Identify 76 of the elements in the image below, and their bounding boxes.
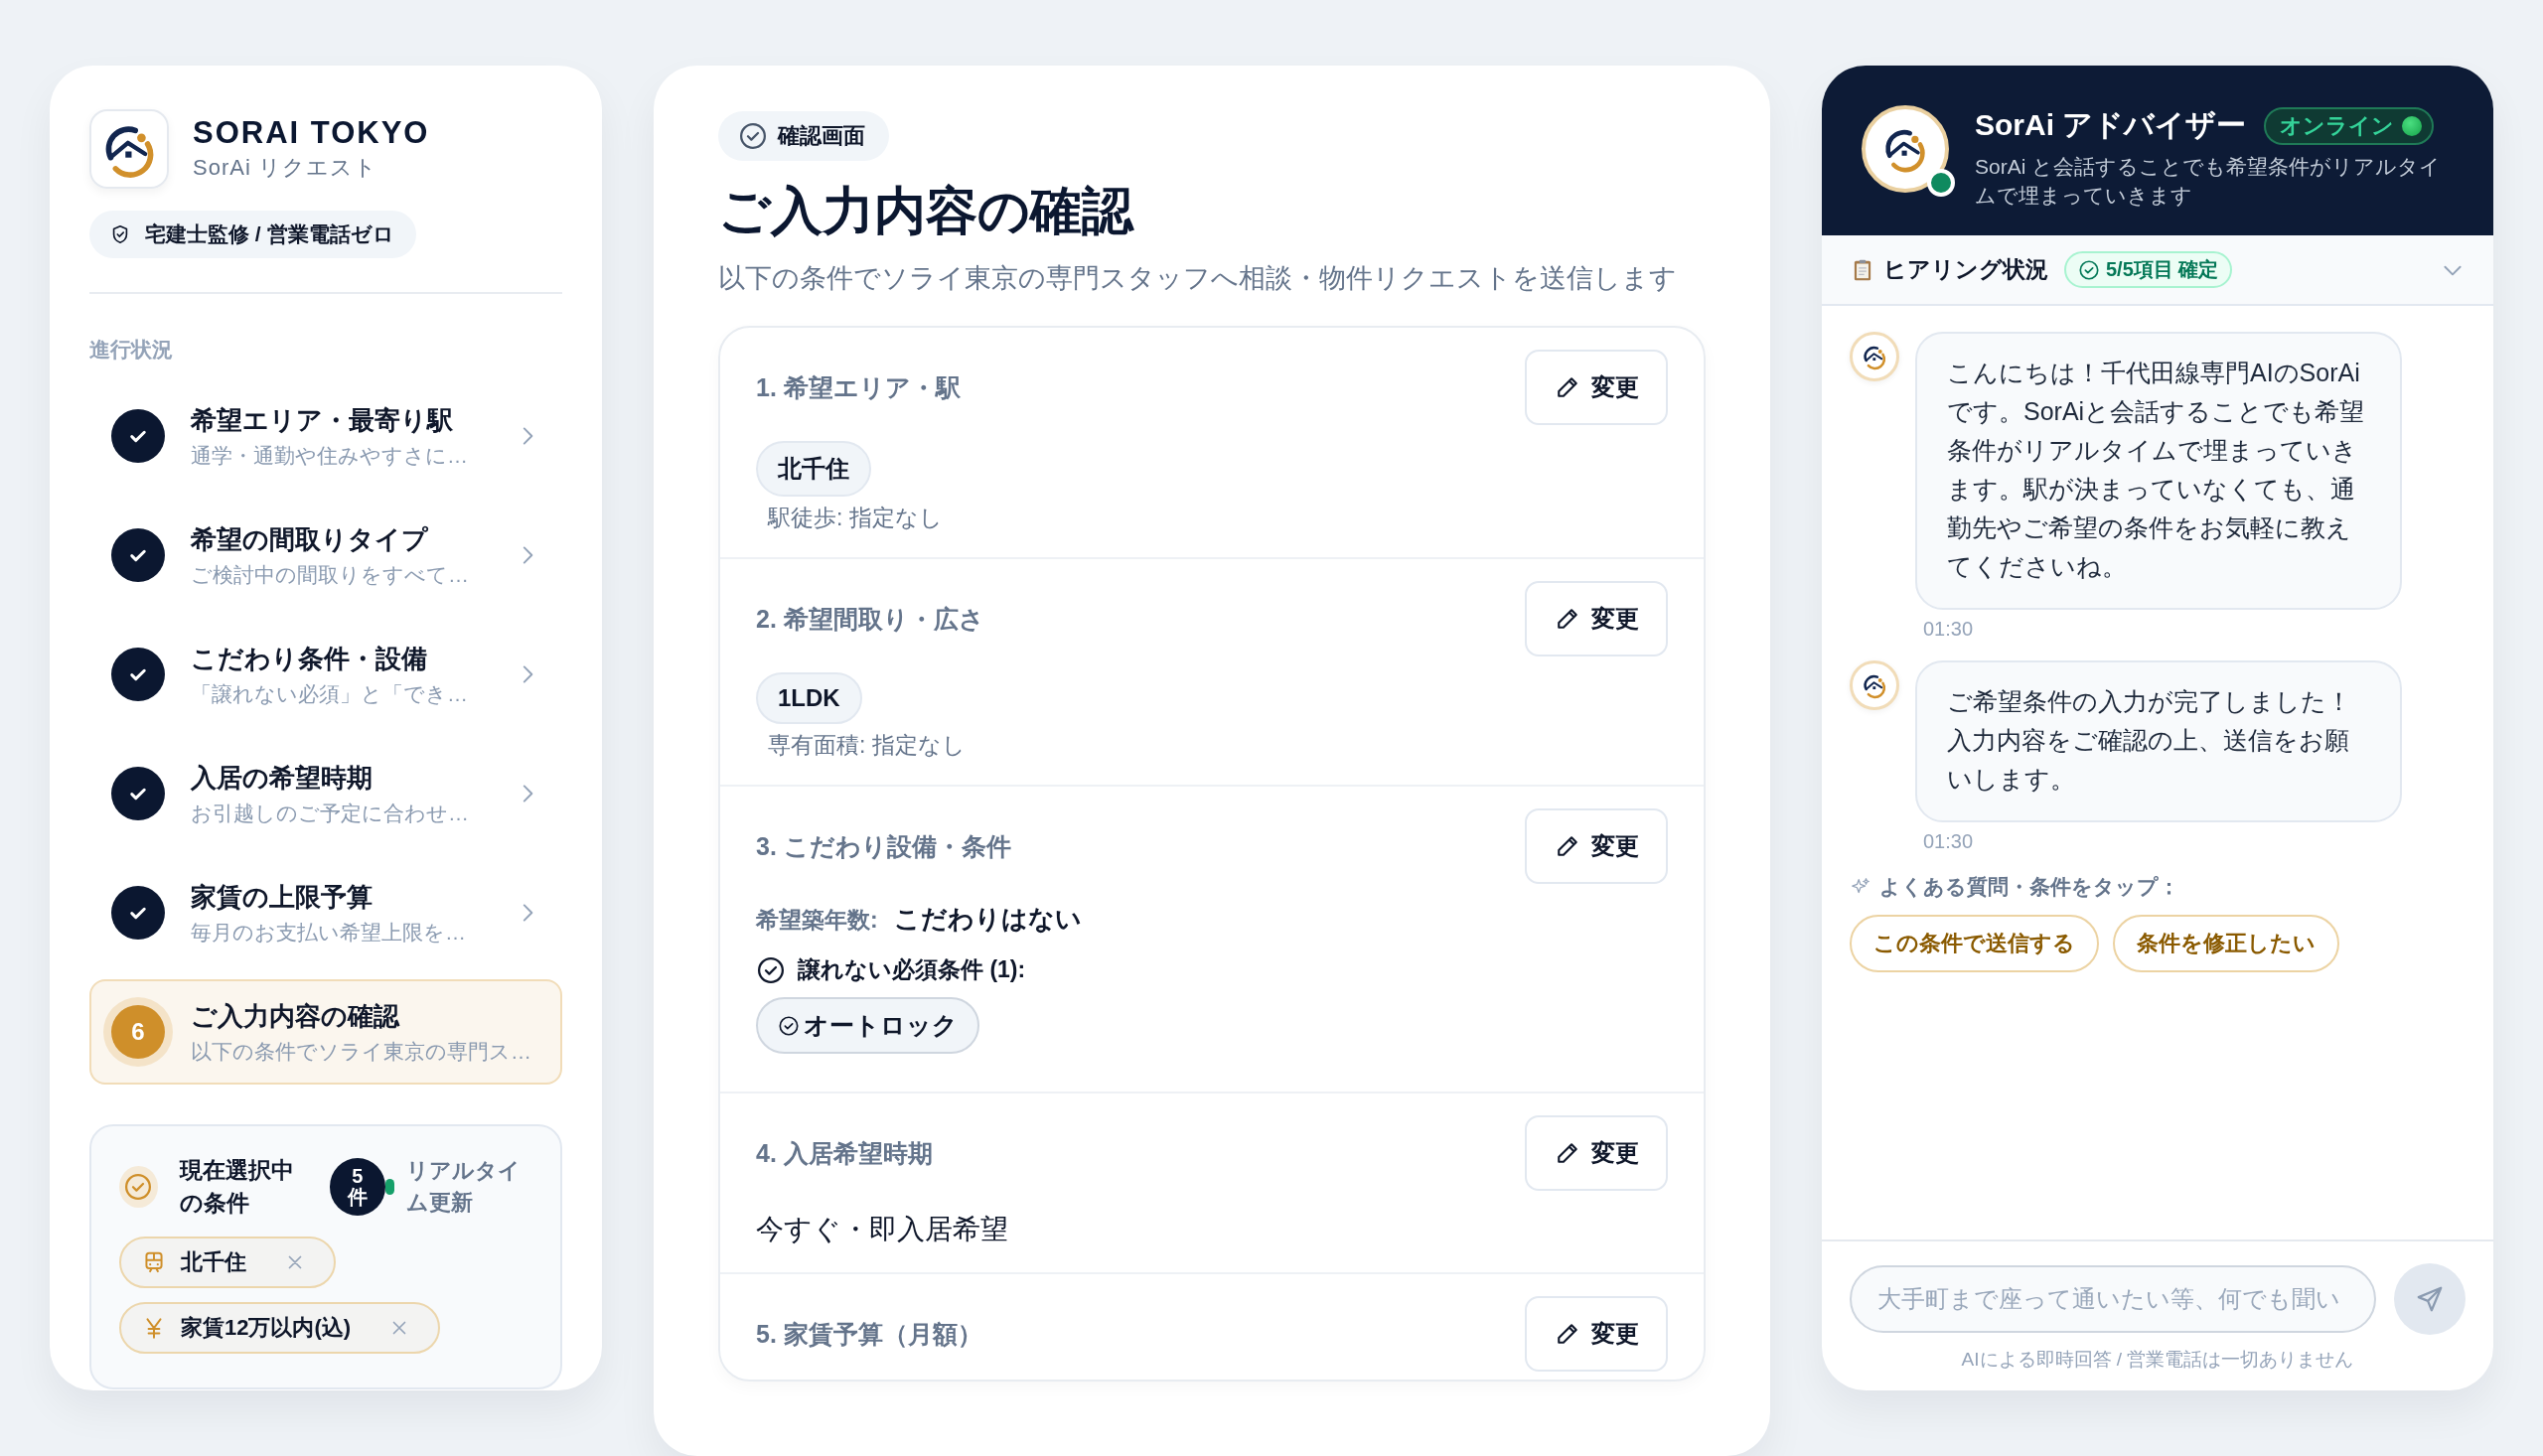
step-item[interactable]: 家賃の上限予算 毎月のお支払い希望上限を… xyxy=(89,860,562,965)
suggestions-label: よくある質問・条件をタップ： xyxy=(1879,874,2179,901)
check-circle-icon xyxy=(111,648,165,701)
step-title: 希望エリア・最寄り駅 xyxy=(191,403,454,437)
check-circle-icon xyxy=(778,1014,800,1037)
step-description: お引越しのご予定に合わせ… xyxy=(191,800,470,826)
suggestion-chip[interactable]: この条件で送信する xyxy=(1850,915,2099,972)
section-title: 4. 入居希望時期 xyxy=(756,1137,933,1169)
edit-button[interactable]: 変更 xyxy=(1525,1115,1668,1191)
step-description: ご検討中の間取りをすべて… xyxy=(191,561,470,588)
check-circle-icon xyxy=(738,121,768,151)
value-text: 今すぐ・即入居希望 xyxy=(756,1213,1009,1246)
check-circle-icon xyxy=(2078,258,2100,281)
step-description: 以下の条件でソライ東京の専門ス… xyxy=(191,1038,532,1065)
step-item[interactable]: 希望の間取りタイプ ご検討中の間取りをすべて… xyxy=(89,503,562,608)
message-bubble: こんにちは！千代田線専門AIのSorAiです。SorAiと会話することでも希望条件がリアルタイムで埋まっていきます。駅が決まっていなくても、通勤先やご希望の条件をお気軽に教えてくださいね。 xyxy=(1915,332,2402,610)
live-label: リアルタイム更新 xyxy=(406,1157,522,1218)
chat-title: SorAi アドバイザー xyxy=(1975,107,2247,143)
suggestion-chip[interactable]: 条件を修正したい xyxy=(2113,915,2339,972)
check-circle-icon xyxy=(756,954,786,985)
step-description: 毎月のお支払い希望上限を… xyxy=(191,919,467,946)
status-label: オンライン xyxy=(2280,111,2395,140)
check-circle-icon xyxy=(111,528,165,582)
value-tag: 北千住 xyxy=(756,441,871,497)
chip-label: 家賃12万以内(込) xyxy=(181,1313,352,1342)
badge-label: 5/5項目 確定 xyxy=(2106,257,2219,282)
value-note: 専有面積: 指定なし xyxy=(768,731,967,760)
section-label: 進行状況 xyxy=(89,337,174,363)
badge-label: 確認画面 xyxy=(778,122,865,150)
step-item[interactable]: 希望エリア・最寄り駅 通学・通勤や住みやすさに… xyxy=(89,383,562,489)
step-title: 入居の希望時期 xyxy=(191,761,374,795)
send-icon xyxy=(2415,1284,2445,1314)
value-tag: 1LDK xyxy=(756,672,862,724)
brand-name: SORAI TOKYO xyxy=(193,115,430,151)
message-bubble: ご希望条件の入力が完了しました！入力内容をご確認の上、送信をお願いします。 xyxy=(1915,660,2402,822)
step-item[interactable]: 6 ご入力内容の確認 以下の条件でソライ東京の専門ス… xyxy=(89,979,562,1085)
step-description: 「譲れない必須」と「でき… xyxy=(191,680,469,707)
section-title: 3. こだわり設備・条件 xyxy=(756,830,1011,862)
step-title: 希望の間取りタイプ xyxy=(191,522,429,556)
count-badge: 5件 xyxy=(329,1158,385,1217)
step-title: 家賃の上限予算 xyxy=(191,880,374,914)
check-circle-icon xyxy=(111,886,165,940)
page-description: 以下の条件でソライ東京の専門スタッフへ相談・物件リクエストを送信します xyxy=(718,262,1678,295)
step-title: こだわり条件・設備 xyxy=(191,642,428,675)
step-title: ご入力内容の確認 xyxy=(191,999,401,1033)
edit-button[interactable]: 変更 xyxy=(1525,350,1668,425)
check-circle-icon xyxy=(111,409,165,463)
edit-button[interactable]: 変更 xyxy=(1525,1296,1668,1372)
hearing-label: ヒアリング状況 xyxy=(1883,255,2048,284)
hearing-bar[interactable]: ヒアリング状況 5/5項目 確定 xyxy=(1822,235,2493,306)
badge-label: 宅建士監修 / 営業電話ゼロ xyxy=(145,221,394,247)
chat-subtitle: SorAi と会話することでも希望条件がリアルタイムで埋まっていきます xyxy=(1975,154,2443,210)
check-circle-icon xyxy=(123,1172,154,1203)
conditions-title: 現在選択中の条件 xyxy=(179,1156,295,1219)
footer-note: AIによる即時回答 / 営業電話は一切ありません xyxy=(1960,1348,2355,1372)
message-time: 01:30 xyxy=(1923,830,1975,853)
section-title: 1. 希望エリア・駅 xyxy=(756,371,961,403)
message-time: 01:30 xyxy=(1923,618,1975,641)
edit-button[interactable]: 変更 xyxy=(1525,808,1668,884)
field-label: 希望築年数: xyxy=(756,906,878,935)
step-description: 通学・通勤や住みやすさに… xyxy=(191,442,469,469)
step-item[interactable]: 入居の希望時期 お引越しのご予定に合わせ… xyxy=(89,741,562,846)
step-item[interactable]: こだわり条件・設備 「譲れない必須」と「でき… xyxy=(89,622,562,727)
message-field[interactable]: 大手町まで座って通いたい等、何でも聞い xyxy=(1850,1265,2376,1333)
brand-subtitle: SorAi リクエスト xyxy=(193,154,378,182)
edit-button[interactable]: 変更 xyxy=(1525,581,1668,656)
field-label: 譲れない必須条件 (1): xyxy=(798,955,1026,984)
page-title: ご入力内容の確認 xyxy=(718,181,1135,241)
tag-label: オートロック xyxy=(804,1010,958,1041)
section-title: 5. 家賃予算（月額） xyxy=(756,1318,982,1350)
check-circle-icon xyxy=(111,767,165,820)
value-note: 駅徒歩: 指定なし xyxy=(768,504,944,532)
section-title: 2. 希望間取り・広さ xyxy=(756,603,984,635)
field-value: こだわりはない xyxy=(893,903,1082,936)
status-dot xyxy=(2402,115,2423,136)
chip-label: 北千住 xyxy=(181,1247,246,1276)
